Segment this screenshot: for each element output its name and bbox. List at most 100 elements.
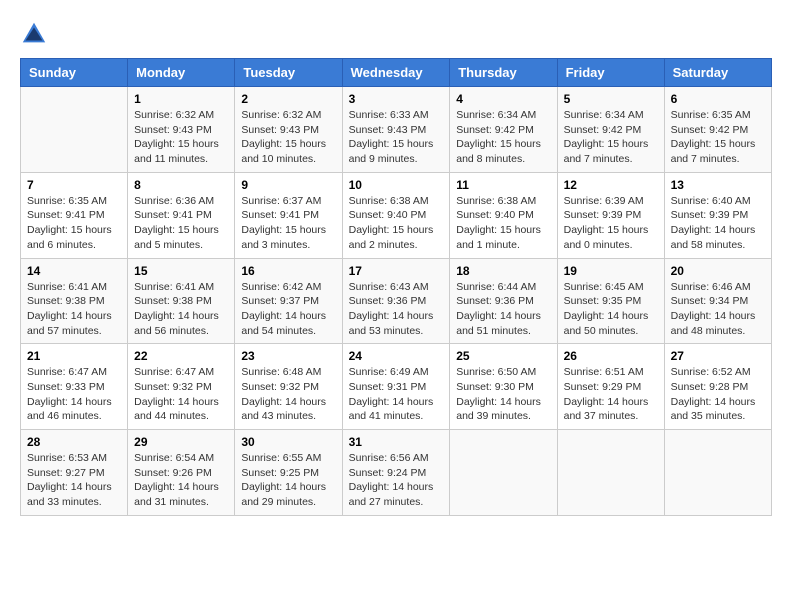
day-cell: 26 Sunrise: 6:51 AMSunset: 9:29 PMDayligh…	[557, 344, 664, 430]
header-row: SundayMondayTuesdayWednesdayThursdayFrid…	[21, 59, 772, 87]
day-cell: 30 Sunrise: 6:55 AMSunset: 9:25 PMDayligh…	[235, 430, 342, 516]
column-header-monday: Monday	[128, 59, 235, 87]
day-info: Sunrise: 6:44 AMSunset: 9:36 PMDaylight:…	[456, 280, 550, 339]
day-cell: 9 Sunrise: 6:37 AMSunset: 9:41 PMDaylight…	[235, 172, 342, 258]
week-row-4: 21 Sunrise: 6:47 AMSunset: 9:33 PMDayligh…	[21, 344, 772, 430]
day-number: 30	[241, 435, 335, 449]
day-cell: 17 Sunrise: 6:43 AMSunset: 9:36 PMDayligh…	[342, 258, 450, 344]
column-header-tuesday: Tuesday	[235, 59, 342, 87]
day-cell: 10 Sunrise: 6:38 AMSunset: 9:40 PMDayligh…	[342, 172, 450, 258]
day-info: Sunrise: 6:34 AMSunset: 9:42 PMDaylight:…	[564, 108, 658, 167]
logo	[20, 20, 52, 48]
day-info: Sunrise: 6:37 AMSunset: 9:41 PMDaylight:…	[241, 194, 335, 253]
day-info: Sunrise: 6:35 AMSunset: 9:41 PMDaylight:…	[27, 194, 121, 253]
day-cell: 3 Sunrise: 6:33 AMSunset: 9:43 PMDaylight…	[342, 87, 450, 173]
day-info: Sunrise: 6:46 AMSunset: 9:34 PMDaylight:…	[671, 280, 765, 339]
day-number: 29	[134, 435, 228, 449]
column-header-thursday: Thursday	[450, 59, 557, 87]
day-info: Sunrise: 6:41 AMSunset: 9:38 PMDaylight:…	[27, 280, 121, 339]
day-cell: 7Sunrise: 6:35 AMSunset: 9:41 PMDaylight…	[21, 172, 128, 258]
day-cell: 18 Sunrise: 6:44 AMSunset: 9:36 PMDayligh…	[450, 258, 557, 344]
day-info: Sunrise: 6:50 AMSunset: 9:30 PMDaylight:…	[456, 365, 550, 424]
day-number: 12	[564, 178, 658, 192]
day-cell: 1 Sunrise: 6:32 AMSunset: 9:43 PMDaylight…	[128, 87, 235, 173]
day-number: 10	[349, 178, 444, 192]
day-info: Sunrise: 6:49 AMSunset: 9:31 PMDaylight:…	[349, 365, 444, 424]
day-number: 13	[671, 178, 765, 192]
day-number: 28	[27, 435, 121, 449]
calendar-table: SundayMondayTuesdayWednesdayThursdayFrid…	[20, 58, 772, 516]
day-info: Sunrise: 6:40 AMSunset: 9:39 PMDaylight:…	[671, 194, 765, 253]
day-info: Sunrise: 6:48 AMSunset: 9:32 PMDaylight:…	[241, 365, 335, 424]
day-info: Sunrise: 6:47 AMSunset: 9:33 PMDaylight:…	[27, 365, 121, 424]
day-info: Sunrise: 6:47 AMSunset: 9:32 PMDaylight:…	[134, 365, 228, 424]
day-info: Sunrise: 6:41 AMSunset: 9:38 PMDaylight:…	[134, 280, 228, 339]
day-info: Sunrise: 6:33 AMSunset: 9:43 PMDaylight:…	[349, 108, 444, 167]
day-number: 4	[456, 92, 550, 106]
column-header-wednesday: Wednesday	[342, 59, 450, 87]
column-header-friday: Friday	[557, 59, 664, 87]
day-cell: 21 Sunrise: 6:47 AMSunset: 9:33 PMDayligh…	[21, 344, 128, 430]
day-info: Sunrise: 6:38 AMSunset: 9:40 PMDaylight:…	[456, 194, 550, 253]
header	[20, 20, 772, 48]
day-cell: 19 Sunrise: 6:45 AMSunset: 9:35 PMDayligh…	[557, 258, 664, 344]
day-info: Sunrise: 6:42 AMSunset: 9:37 PMDaylight:…	[241, 280, 335, 339]
day-cell	[450, 430, 557, 516]
day-cell: 28 Sunrise: 6:53 AMSunset: 9:27 PMDayligh…	[21, 430, 128, 516]
column-header-saturday: Saturday	[664, 59, 771, 87]
day-info: Sunrise: 6:53 AMSunset: 9:27 PMDaylight:…	[27, 451, 121, 510]
day-number: 24	[349, 349, 444, 363]
day-info: Sunrise: 6:32 AMSunset: 9:43 PMDaylight:…	[241, 108, 335, 167]
day-cell: 2 Sunrise: 6:32 AMSunset: 9:43 PMDaylight…	[235, 87, 342, 173]
week-row-2: 7Sunrise: 6:35 AMSunset: 9:41 PMDaylight…	[21, 172, 772, 258]
day-number: 23	[241, 349, 335, 363]
day-info: Sunrise: 6:55 AMSunset: 9:25 PMDaylight:…	[241, 451, 335, 510]
day-cell: 6Sunrise: 6:35 AMSunset: 9:42 PMDaylight…	[664, 87, 771, 173]
day-cell: 14 Sunrise: 6:41 AMSunset: 9:38 PMDayligh…	[21, 258, 128, 344]
day-info: Sunrise: 6:32 AMSunset: 9:43 PMDaylight:…	[134, 108, 228, 167]
day-number: 20	[671, 264, 765, 278]
day-number: 17	[349, 264, 444, 278]
logo-icon	[20, 20, 48, 48]
day-number: 19	[564, 264, 658, 278]
day-cell: 25 Sunrise: 6:50 AMSunset: 9:30 PMDayligh…	[450, 344, 557, 430]
day-info: Sunrise: 6:39 AMSunset: 9:39 PMDaylight:…	[564, 194, 658, 253]
day-number: 21	[27, 349, 121, 363]
week-row-3: 14 Sunrise: 6:41 AMSunset: 9:38 PMDayligh…	[21, 258, 772, 344]
day-number: 8	[134, 178, 228, 192]
day-info: Sunrise: 6:51 AMSunset: 9:29 PMDaylight:…	[564, 365, 658, 424]
week-row-1: 1 Sunrise: 6:32 AMSunset: 9:43 PMDaylight…	[21, 87, 772, 173]
day-cell: 5Sunrise: 6:34 AMSunset: 9:42 PMDaylight…	[557, 87, 664, 173]
day-cell: 16Sunrise: 6:42 AMSunset: 9:37 PMDayligh…	[235, 258, 342, 344]
column-header-sunday: Sunday	[21, 59, 128, 87]
week-row-5: 28 Sunrise: 6:53 AMSunset: 9:27 PMDayligh…	[21, 430, 772, 516]
day-number: 18	[456, 264, 550, 278]
day-number: 25	[456, 349, 550, 363]
day-cell: 27Sunrise: 6:52 AMSunset: 9:28 PMDayligh…	[664, 344, 771, 430]
day-cell: 29Sunrise: 6:54 AMSunset: 9:26 PMDayligh…	[128, 430, 235, 516]
day-cell	[557, 430, 664, 516]
day-info: Sunrise: 6:45 AMSunset: 9:35 PMDaylight:…	[564, 280, 658, 339]
day-cell: 13 Sunrise: 6:40 AMSunset: 9:39 PMDayligh…	[664, 172, 771, 258]
day-number: 14	[27, 264, 121, 278]
day-cell: 22 Sunrise: 6:47 AMSunset: 9:32 PMDayligh…	[128, 344, 235, 430]
day-number: 1	[134, 92, 228, 106]
day-cell: 4Sunrise: 6:34 AMSunset: 9:42 PMDaylight…	[450, 87, 557, 173]
day-cell: 15Sunrise: 6:41 AMSunset: 9:38 PMDayligh…	[128, 258, 235, 344]
day-cell: 31 Sunrise: 6:56 AMSunset: 9:24 PMDayligh…	[342, 430, 450, 516]
day-cell	[21, 87, 128, 173]
day-number: 22	[134, 349, 228, 363]
day-cell: 8Sunrise: 6:36 AMSunset: 9:41 PMDaylight…	[128, 172, 235, 258]
day-number: 9	[241, 178, 335, 192]
day-info: Sunrise: 6:43 AMSunset: 9:36 PMDaylight:…	[349, 280, 444, 339]
day-cell	[664, 430, 771, 516]
day-number: 31	[349, 435, 444, 449]
day-number: 3	[349, 92, 444, 106]
day-cell: 11 Sunrise: 6:38 AMSunset: 9:40 PMDayligh…	[450, 172, 557, 258]
day-number: 11	[456, 178, 550, 192]
day-number: 26	[564, 349, 658, 363]
day-info: Sunrise: 6:56 AMSunset: 9:24 PMDaylight:…	[349, 451, 444, 510]
day-number: 2	[241, 92, 335, 106]
day-info: Sunrise: 6:38 AMSunset: 9:40 PMDaylight:…	[349, 194, 444, 253]
day-number: 27	[671, 349, 765, 363]
